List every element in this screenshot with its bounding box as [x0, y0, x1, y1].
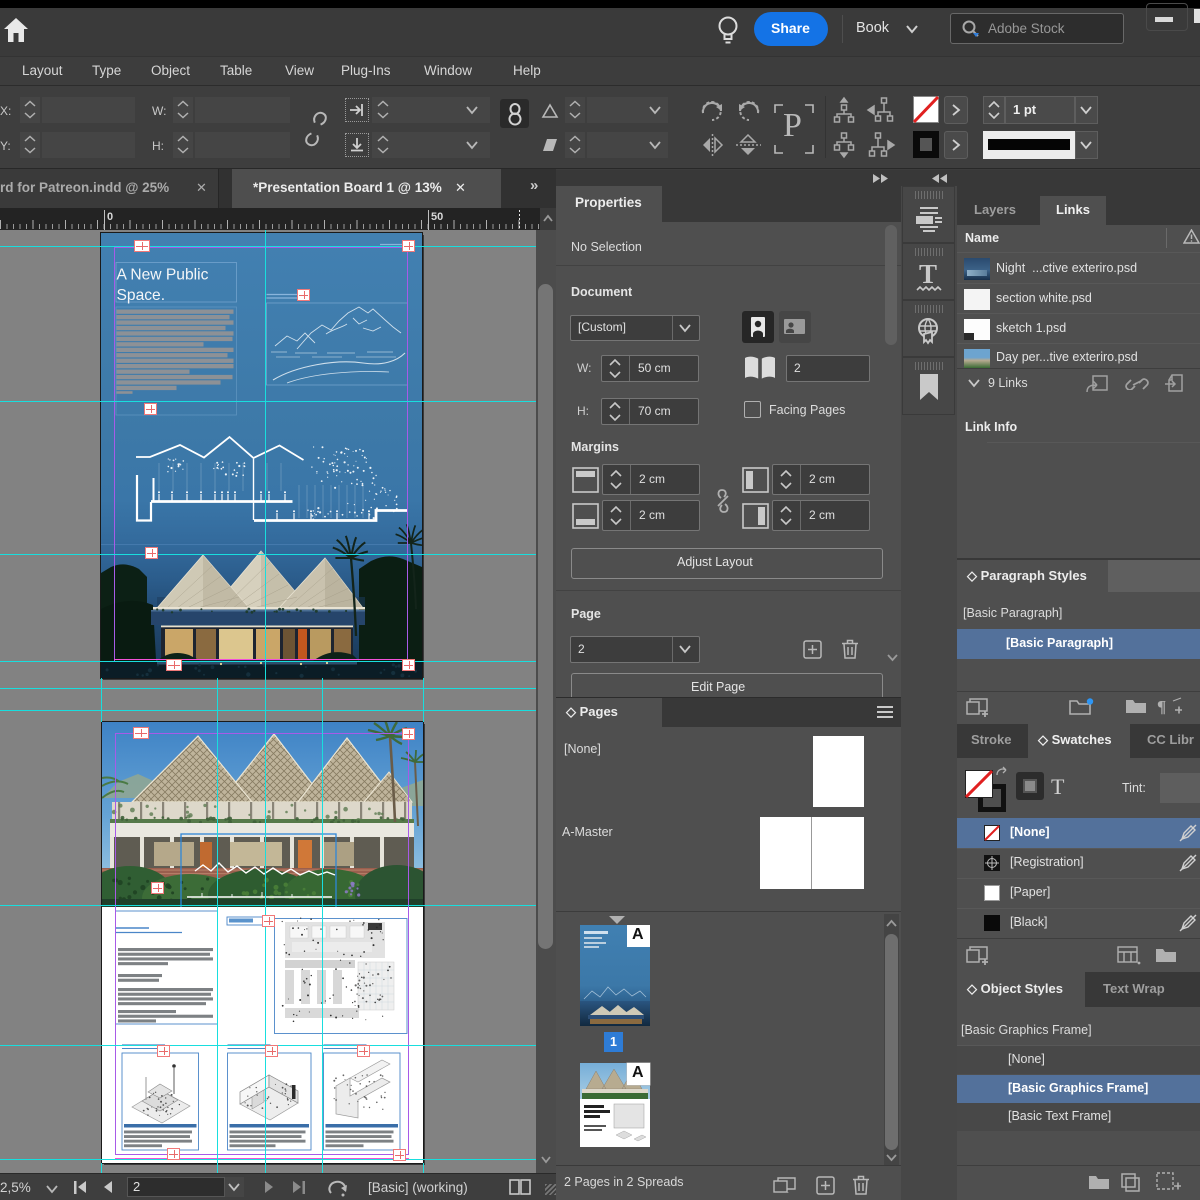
svg-text:.: . — [787, 1188, 789, 1194]
svg-text:¶: ¶ — [1157, 697, 1166, 716]
